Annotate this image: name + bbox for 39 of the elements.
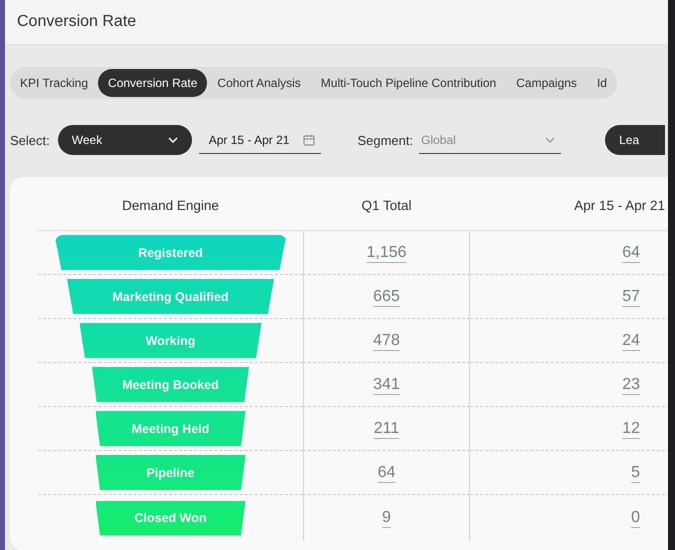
- select-label: Select:: [10, 132, 50, 148]
- column-header: Q1 Total: [303, 189, 470, 231]
- chevron-down-icon: [545, 136, 556, 142]
- value-link[interactable]: 57: [622, 288, 640, 306]
- value-link[interactable]: 64: [622, 244, 640, 262]
- tab[interactable]: Cohort Analysis: [207, 69, 311, 97]
- column-header: Demand Engine: [38, 189, 303, 231]
- funnel-stage: Marketing Qualified: [67, 279, 274, 314]
- value-link[interactable]: 12: [622, 420, 640, 438]
- tab[interactable]: Id: [586, 69, 617, 97]
- funnel-stage: Pipeline: [96, 455, 246, 490]
- calendar-icon: [303, 134, 316, 146]
- tab[interactable]: Multi-Touch Pipeline Contribution: [310, 69, 506, 97]
- tab[interactable]: KPI Tracking: [10, 69, 98, 97]
- value-link[interactable]: 23: [622, 376, 640, 394]
- action-button[interactable]: Lea: [605, 125, 666, 155]
- period-dropdown[interactable]: Week: [58, 125, 192, 155]
- funnel-stage: Working: [80, 323, 262, 358]
- value-link[interactable]: 24: [622, 332, 640, 350]
- tab[interactable]: Conversion Rate: [98, 69, 208, 97]
- value-link[interactable]: 64: [378, 464, 396, 482]
- value-link[interactable]: 0: [631, 509, 640, 527]
- segment-dropdown[interactable]: Global: [419, 126, 562, 154]
- tab[interactable]: Campaigns: [506, 69, 587, 97]
- funnel-stage: Meeting Held: [96, 411, 246, 446]
- chevron-down-icon: [168, 137, 178, 143]
- segment-label: Segment:: [357, 132, 414, 148]
- funnel-stage: Registered: [54, 235, 286, 270]
- page-title: Conversion Rate: [17, 13, 136, 31]
- date-range-field[interactable]: Apr 15 - Apr 21: [198, 126, 322, 154]
- value-link[interactable]: 665: [373, 288, 400, 306]
- value-link[interactable]: 1,156: [366, 244, 407, 262]
- value-link[interactable]: 9: [382, 509, 391, 527]
- value-link[interactable]: 5: [631, 464, 640, 482]
- value-link[interactable]: 211: [374, 420, 400, 438]
- funnel-stage: Meeting Booked: [92, 367, 249, 402]
- value-link[interactable]: 478: [373, 332, 400, 350]
- value-link[interactable]: 341: [373, 376, 400, 394]
- funnel-stage: Closed Won: [96, 500, 246, 536]
